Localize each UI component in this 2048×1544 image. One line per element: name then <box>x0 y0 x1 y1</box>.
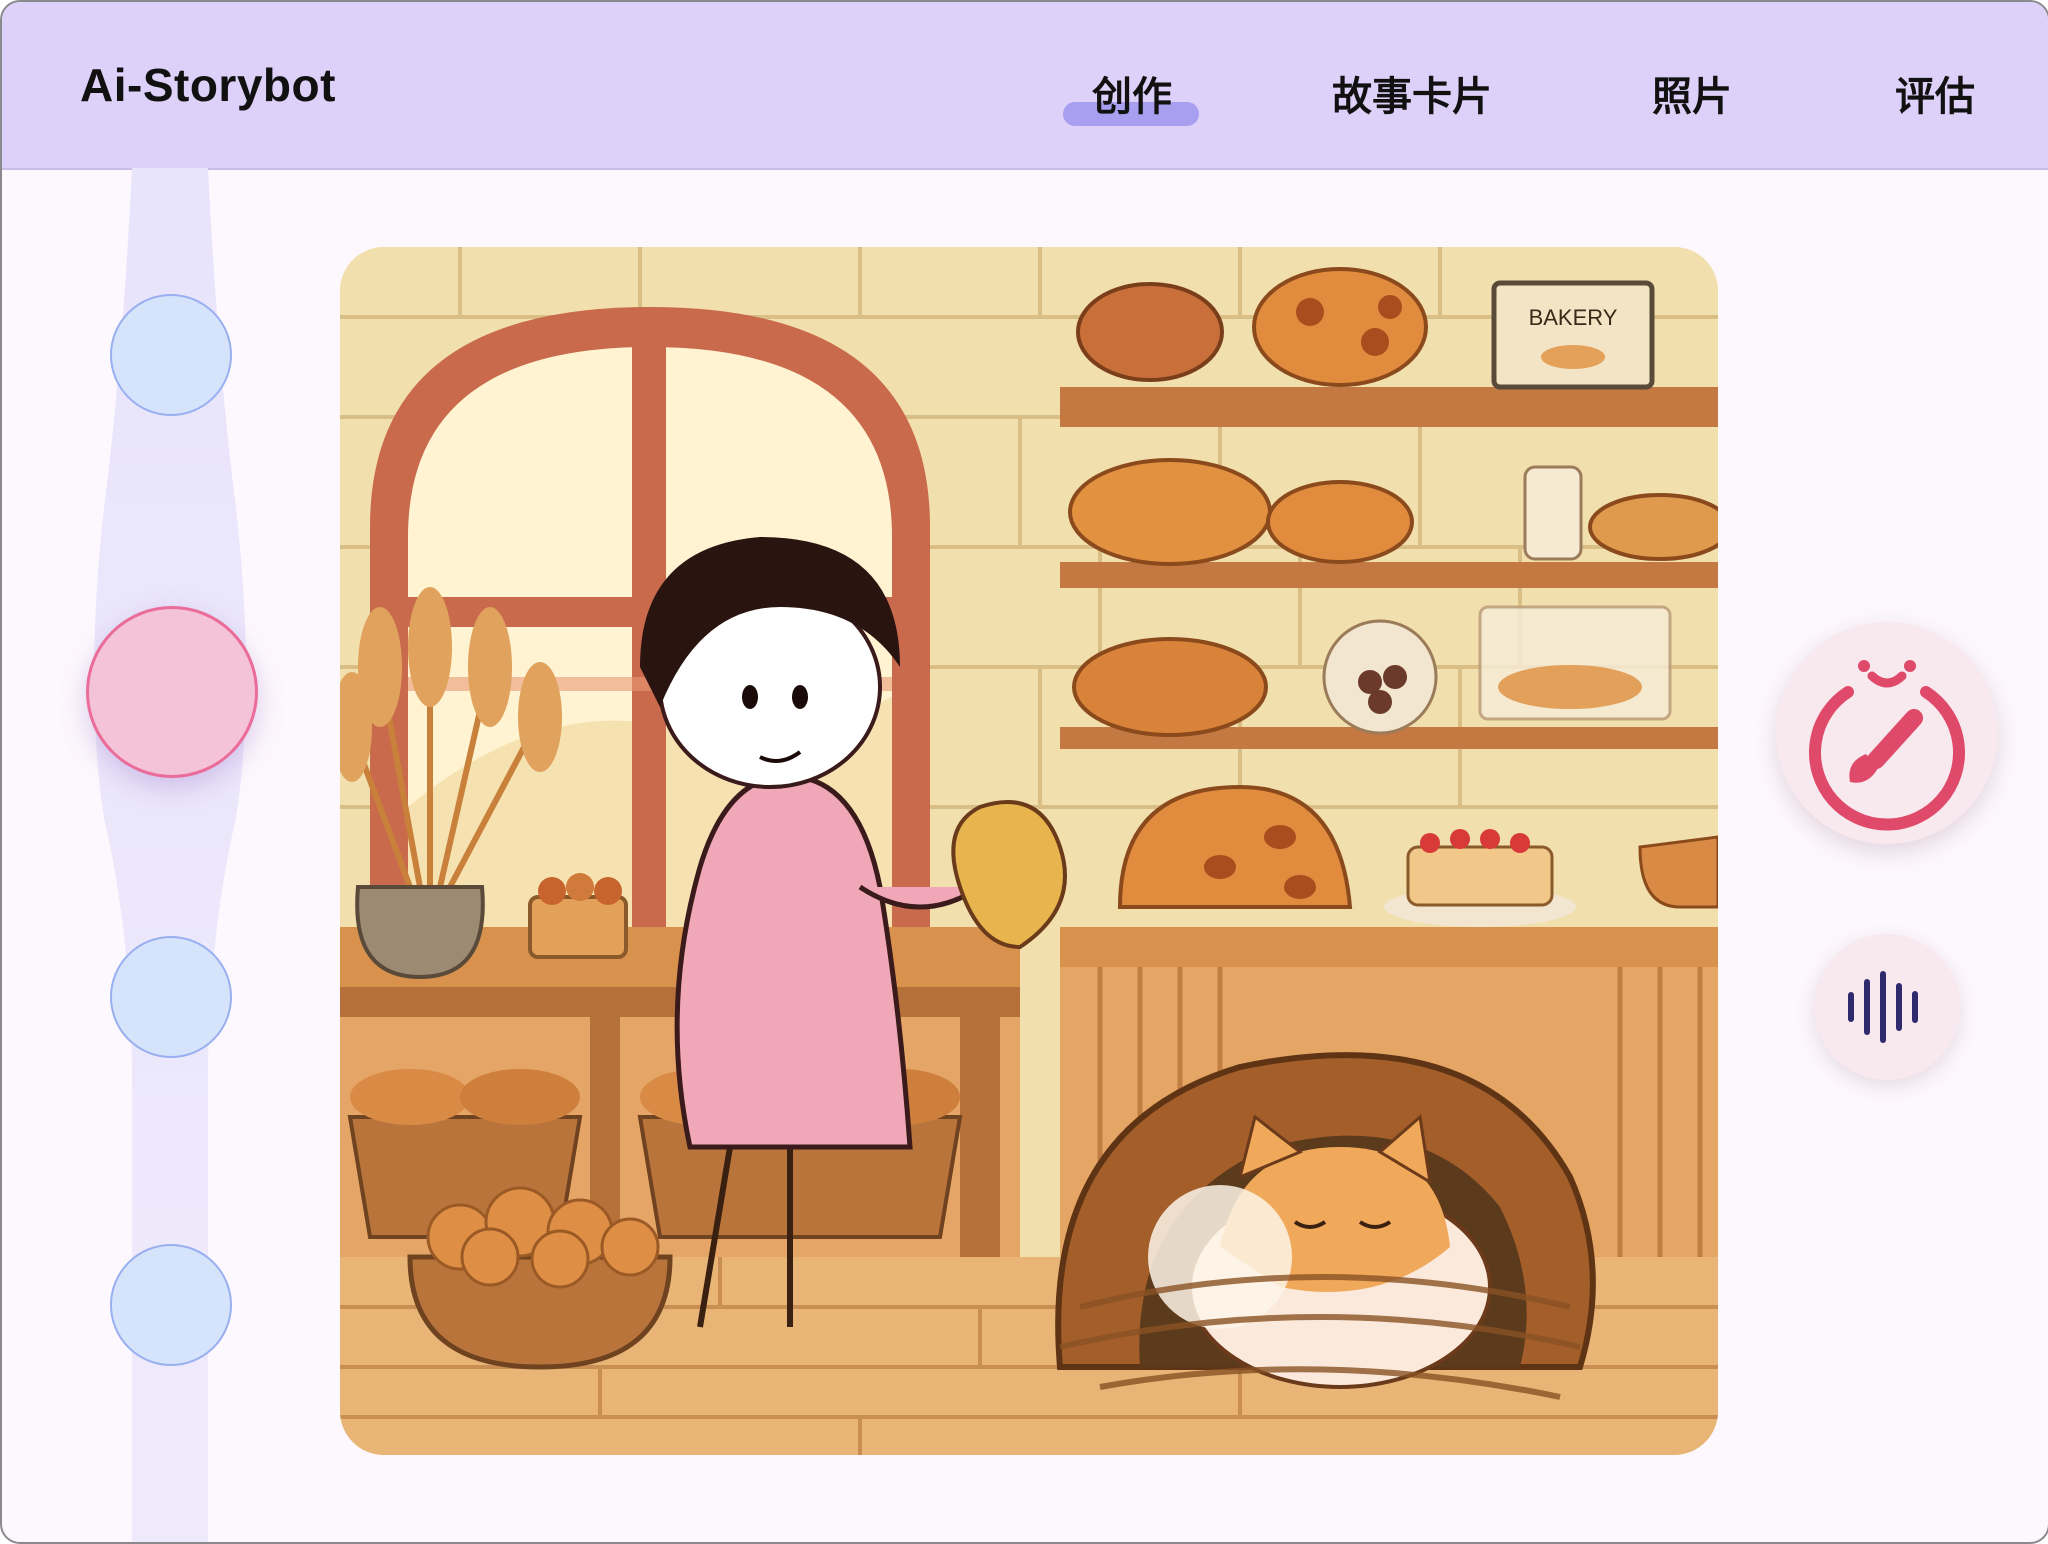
brush-timer-icon <box>1809 660 1965 831</box>
tab-photos[interactable]: 照片 <box>1652 64 1732 122</box>
top-bar: Ai-Storybot 创作 故事卡片 照片 评估 <box>2 2 2048 170</box>
tab-create[interactable]: 创作 <box>1092 64 1172 122</box>
voice-button[interactable] <box>1814 934 1960 1080</box>
draw-button[interactable] <box>1776 622 1998 844</box>
story-illustration: BAKERY <box>340 247 1718 1455</box>
step-node-1[interactable] <box>110 294 232 416</box>
app-title: Ai-Storybot <box>80 59 336 111</box>
app-window: Ai-Storybot 创作 故事卡片 照片 评估 BAKERY <box>0 0 2048 1544</box>
tab-evaluation[interactable]: 评估 <box>1895 64 1975 122</box>
voice-wave-icon <box>1848 971 1918 1043</box>
step-node-3[interactable] <box>110 936 232 1058</box>
step-node-4[interactable] <box>110 1244 232 1366</box>
tab-story-cards[interactable]: 故事卡片 <box>1332 64 1492 122</box>
step-node-2-current[interactable] <box>86 606 258 778</box>
bakery-sign-text: BAKERY <box>1529 305 1618 330</box>
